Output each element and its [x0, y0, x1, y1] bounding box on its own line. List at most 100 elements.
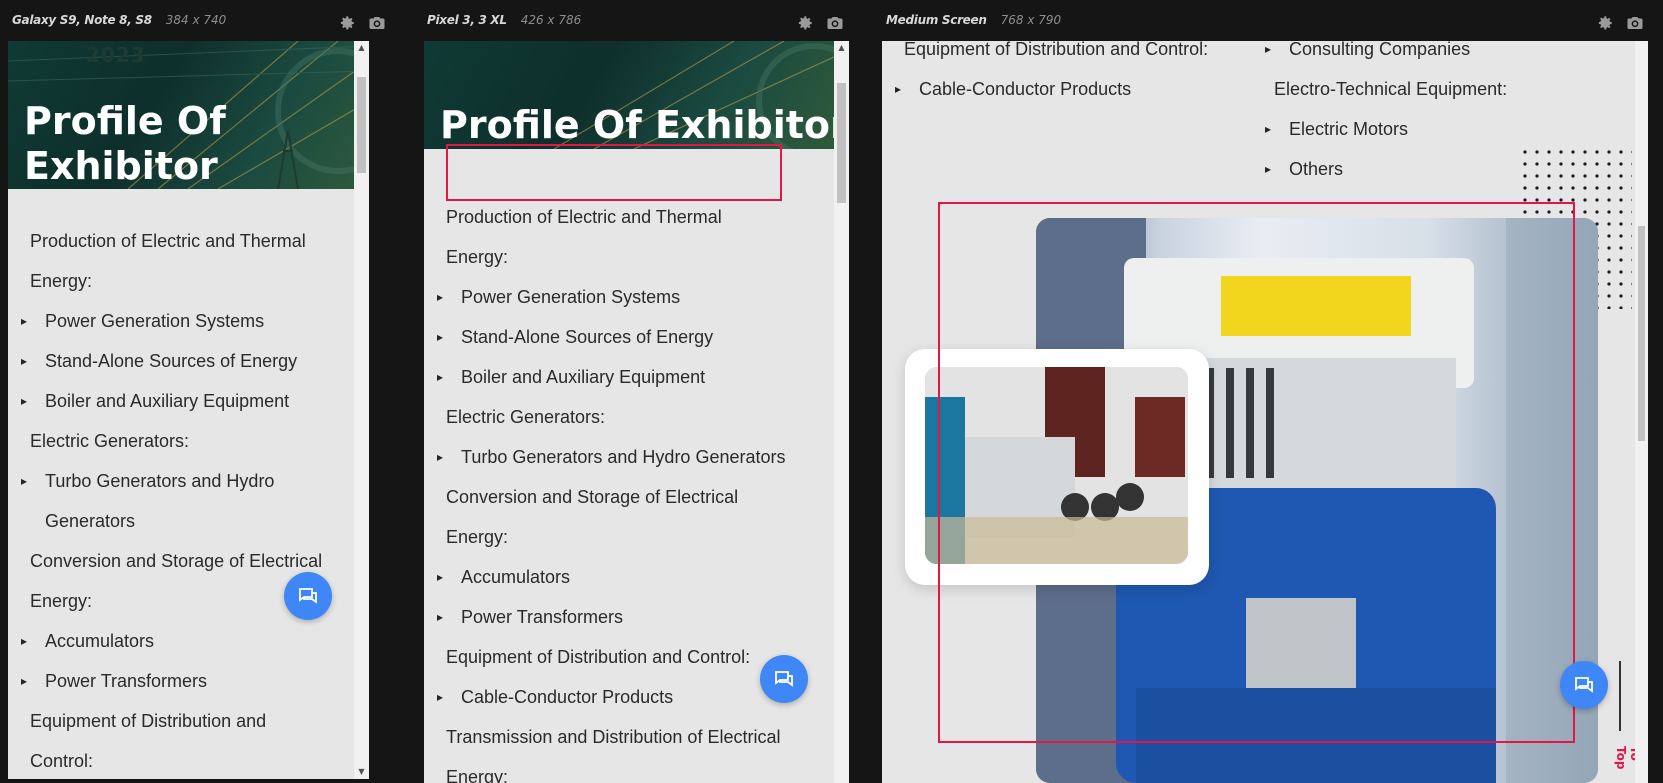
scroll-thumb[interactable] [357, 77, 366, 173]
scroll-thumb[interactable] [837, 83, 846, 203]
dot [1607, 294, 1611, 298]
category-heading: Energy: [446, 247, 509, 267]
dot [1607, 282, 1611, 286]
dot [1619, 186, 1623, 190]
chat-button[interactable] [760, 655, 808, 703]
list-item: Power Transformers [8, 661, 369, 701]
dot [1619, 294, 1623, 298]
dot [1583, 186, 1587, 190]
device-name: Medium Screen [886, 13, 987, 27]
camera-icon[interactable] [825, 14, 845, 32]
camera-icon[interactable] [367, 14, 387, 32]
device-size: 426 x 786 [520, 13, 582, 27]
list-item: Consulting Companies [1252, 41, 1622, 69]
highlight-box [446, 144, 782, 201]
category-heading: Conversion and Storage of Electrical [446, 487, 739, 507]
scrollbar[interactable]: ▲ ▼ [354, 41, 369, 779]
dot [1583, 210, 1587, 214]
dot [1607, 246, 1611, 250]
scroll-up-arrow[interactable]: ▲ [834, 41, 849, 55]
category-heading: Production of Electric and Thermal [446, 207, 722, 227]
gear-icon[interactable] [1595, 14, 1615, 32]
device-size: 384 x 740 [165, 13, 227, 27]
category-heading: Equipment of Distribution and [30, 711, 267, 731]
page-title-line: Profile Of [24, 99, 226, 143]
dot [1619, 234, 1623, 238]
dot [1607, 222, 1611, 226]
device-name: Pixel 3, 3 XL [427, 13, 507, 27]
scroll-up-arrow[interactable]: ▲ [354, 41, 369, 55]
scrollbar[interactable]: ▲ [834, 41, 849, 783]
dot [1559, 174, 1563, 178]
camera-icon[interactable] [1625, 14, 1645, 32]
dot [1631, 258, 1632, 262]
dot [1535, 162, 1539, 166]
scrollbar[interactable] [1635, 41, 1648, 783]
dot [1631, 270, 1632, 274]
chat-button[interactable] [1560, 661, 1608, 709]
go-to-top-link[interactable]: Go To Top [1614, 746, 1635, 783]
device-toolbar [795, 14, 845, 32]
dot [1595, 162, 1599, 166]
dot [1619, 306, 1623, 309]
dot [1595, 210, 1599, 214]
category-heading: Energy: [446, 527, 509, 547]
scroll-down-arrow[interactable]: ▼ [354, 765, 369, 779]
dot [1583, 150, 1587, 154]
device-toolbar [337, 14, 387, 32]
hero-banner: Profile Of Exhibitor [424, 41, 836, 149]
dot [1559, 150, 1563, 154]
dot [1631, 186, 1632, 190]
dot [1607, 174, 1611, 178]
dot [1631, 162, 1632, 166]
category-heading: Production of Electric and Thermal [30, 231, 306, 251]
dot [1631, 150, 1632, 154]
device-header: Pixel 3, 3 XL 426 x 786 [427, 0, 807, 40]
dot [1595, 186, 1599, 190]
dot [1607, 270, 1611, 274]
dot [1631, 210, 1632, 214]
page-title: Profile Of Exhibitor [24, 99, 226, 189]
gear-icon[interactable] [795, 14, 815, 32]
list-item: Stand-Alone Sources of Energy [8, 341, 369, 381]
list-item: Generators [45, 511, 136, 531]
scroll-thumb[interactable] [1638, 226, 1645, 441]
chat-icon [1575, 677, 1593, 693]
category-heading: Energy: [30, 271, 93, 291]
dot [1631, 282, 1632, 286]
dot [1631, 294, 1632, 298]
device-header: Medium Screen 768 x 790 [886, 0, 1386, 40]
dot [1619, 270, 1623, 274]
device-header: Galaxy S9, Note 8, S8 384 x 740 [12, 0, 392, 40]
page-title-line: Exhibitor [24, 143, 218, 188]
dot [1571, 174, 1575, 178]
device-toolbar [1595, 14, 1645, 32]
dot [1607, 150, 1611, 154]
hero-banner: 2023 Profile Of Exhibitor [8, 41, 369, 189]
chat-button[interactable] [284, 572, 332, 620]
dot [1535, 150, 1539, 154]
list-item: Boiler and Auxiliary Equipment [424, 357, 836, 397]
dot [1571, 162, 1575, 166]
list-item: Stand-Alone Sources of Energy [424, 317, 836, 357]
dot [1619, 174, 1623, 178]
dot [1619, 222, 1623, 226]
dot [1547, 150, 1551, 154]
list-item: Turbo Generators and Hydro Generators [424, 437, 836, 477]
chat-icon [299, 588, 317, 604]
dot [1583, 174, 1587, 178]
dot [1583, 198, 1587, 202]
category-heading: Electric Generators: [30, 431, 190, 451]
chat-icon [775, 671, 793, 687]
dot [1595, 198, 1599, 202]
device-viewport[interactable]: Equipment of Distribution and Control: Ca… [882, 41, 1635, 783]
device-viewport[interactable]: 2023 Profile Of Exhibitor Production of … [8, 41, 369, 779]
dot [1547, 174, 1551, 178]
dot [1631, 222, 1632, 226]
dot [1583, 162, 1587, 166]
dot [1571, 186, 1575, 190]
gear-icon[interactable] [337, 14, 357, 32]
device-size: 768 x 790 [1000, 13, 1062, 27]
dot [1547, 186, 1551, 190]
dot [1607, 258, 1611, 262]
